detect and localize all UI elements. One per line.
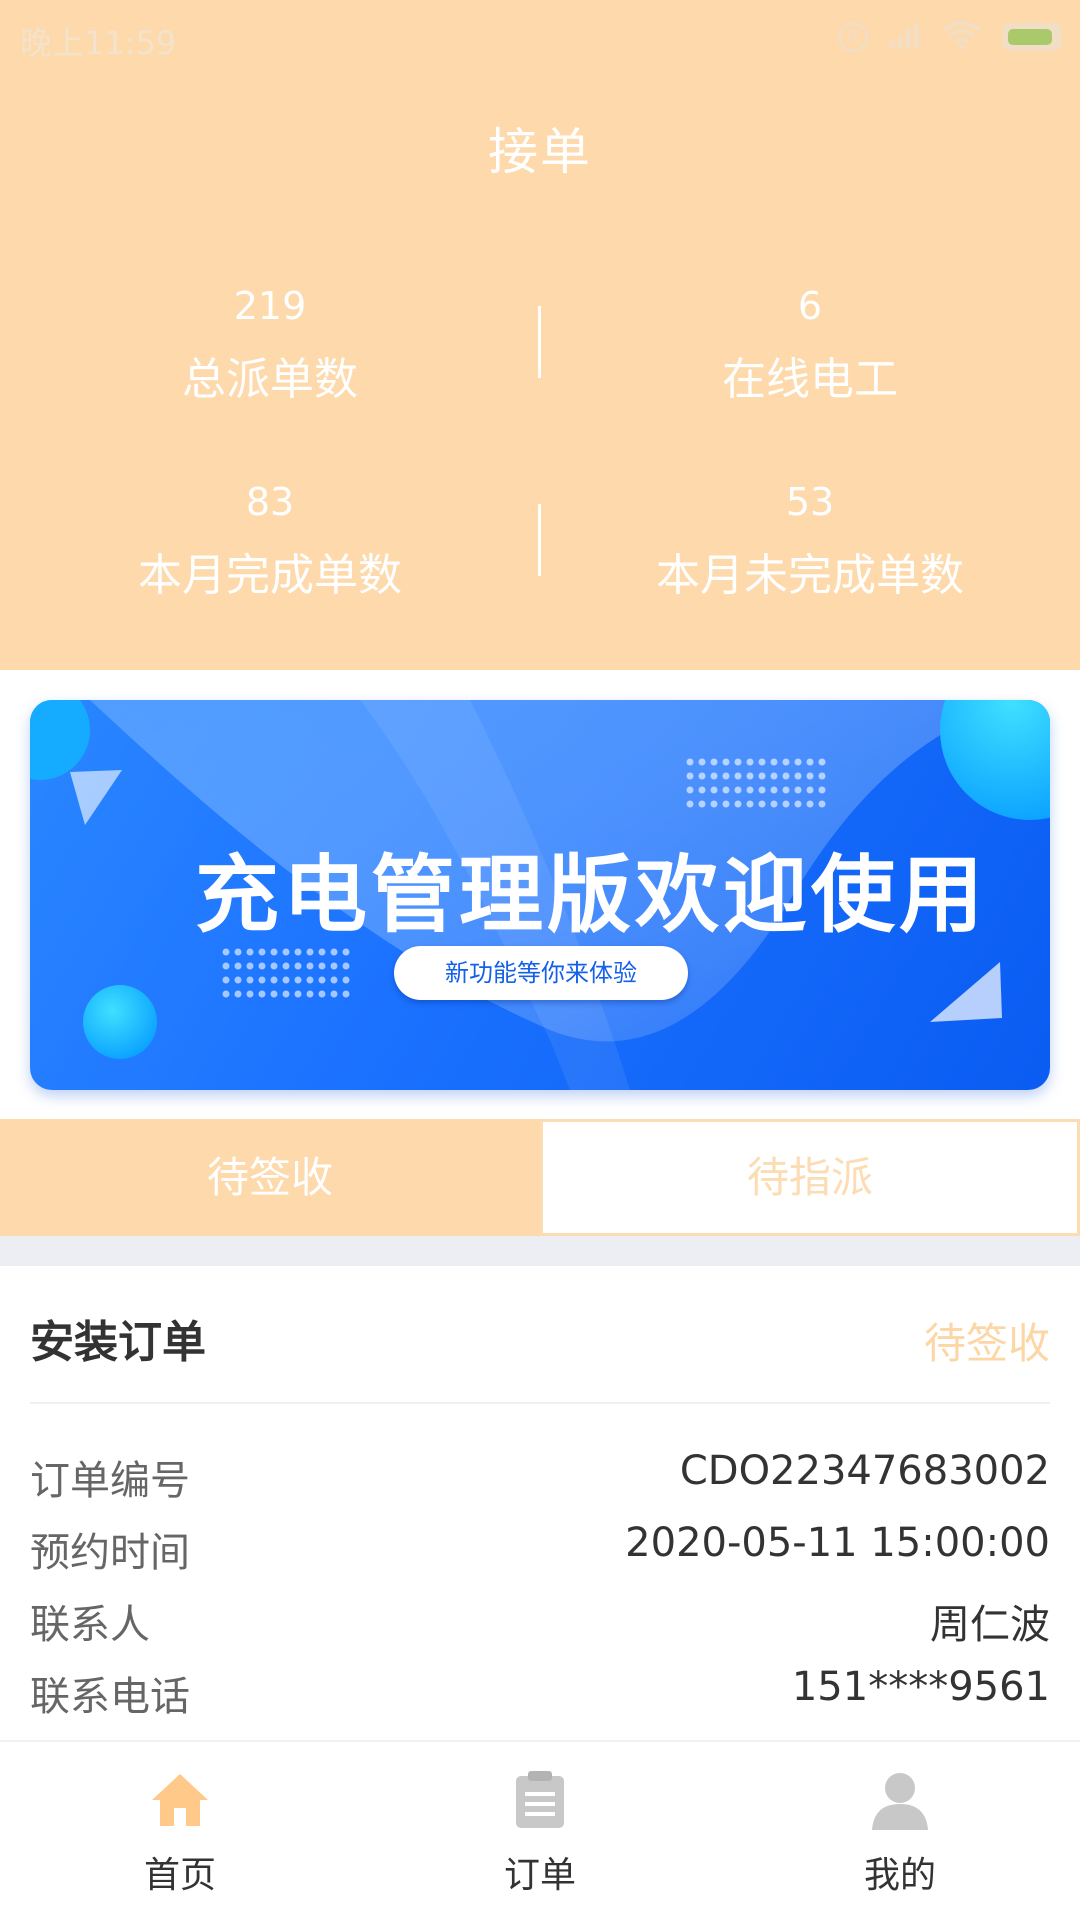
- stat-label: 本月未完成单数: [656, 550, 964, 601]
- row-key: 联系电话: [30, 1674, 190, 1720]
- card-divider: [30, 1402, 1050, 1404]
- user-icon: [870, 1770, 930, 1830]
- stat-month-completed: 83 本月完成单数: [0, 478, 540, 606]
- status-bar: 晚上11:59 R: [0, 0, 1080, 76]
- stat-online-electricians: 6 在线电工: [540, 282, 1080, 410]
- stat-value: 83: [245, 480, 295, 524]
- section-divider: [0, 1236, 1080, 1266]
- order-card[interactable]: 安装订单 待签收 订单编号 CDO22347683002 预约时间 2020-0…: [0, 1266, 1080, 1740]
- order-tabs: 待签收 待指派: [0, 1119, 1080, 1236]
- tab-pending-sign[interactable]: 待签收: [0, 1119, 540, 1236]
- nav-home[interactable]: 首页: [0, 1742, 360, 1920]
- banner-cta-button[interactable]: 新功能等你来体验: [394, 946, 688, 1000]
- stat-month-uncompleted: 53 本月未完成单数: [540, 478, 1080, 606]
- battery-icon: [1002, 23, 1062, 51]
- stat-label: 本月完成单数: [138, 550, 402, 601]
- nav-profile[interactable]: 我的: [720, 1742, 1080, 1920]
- stat-value: 6: [797, 284, 823, 328]
- signal-icon: [888, 21, 922, 53]
- row-value: CDO22347683002: [679, 1448, 1050, 1494]
- order-row-number: 订单编号 CDO22347683002: [30, 1448, 1050, 1508]
- stat-label: 总派单数: [182, 354, 358, 405]
- stat-value: 53: [785, 480, 835, 524]
- order-status-badge: 待签收: [923, 1319, 1050, 1368]
- clipboard-icon: [510, 1770, 570, 1830]
- tab-pending-assign[interactable]: 待指派: [540, 1119, 1080, 1236]
- order-row-phone: 联系电话 151****9561: [30, 1664, 1050, 1724]
- row-value: 周仁波: [930, 1602, 1050, 1648]
- bottom-nav: 首页 订单 我的: [0, 1740, 1080, 1920]
- row-key: 预约时间: [30, 1530, 190, 1576]
- row-value: 151****9561: [791, 1664, 1050, 1710]
- stat-value: 219: [233, 284, 307, 328]
- nav-orders[interactable]: 订单: [360, 1742, 720, 1920]
- page-title: 接单: [488, 123, 592, 181]
- order-row-contact: 联系人 周仁波: [30, 1592, 1050, 1652]
- registered-icon: R: [838, 22, 868, 52]
- promo-banner[interactable]: 充电管理版欢迎使用 新功能等你来体验: [30, 700, 1050, 1090]
- status-icons: R: [838, 20, 1062, 54]
- row-value: 2020-05-11 15:00:00: [625, 1520, 1050, 1566]
- row-key: 联系人: [30, 1602, 150, 1648]
- nav-label: 首页: [143, 1855, 216, 1896]
- row-key: 订单编号: [30, 1458, 190, 1504]
- nav-label: 订单: [503, 1855, 576, 1896]
- banner-title: 充电管理版欢迎使用: [195, 846, 988, 944]
- home-icon: [150, 1770, 210, 1830]
- wifi-icon: [942, 20, 982, 54]
- order-row-appointment: 预约时间 2020-05-11 15:00:00: [30, 1520, 1050, 1580]
- nav-label: 我的: [863, 1855, 936, 1896]
- stat-total-orders: 219 总派单数: [0, 282, 540, 410]
- stat-label: 在线电工: [722, 354, 898, 405]
- status-time: 晚上11:59: [20, 24, 177, 62]
- header: 晚上11:59 R 接单 219 总派单数 6 在线电工 83 本月完成单数 5…: [0, 0, 1080, 670]
- order-type-title: 安装订单: [30, 1317, 206, 1368]
